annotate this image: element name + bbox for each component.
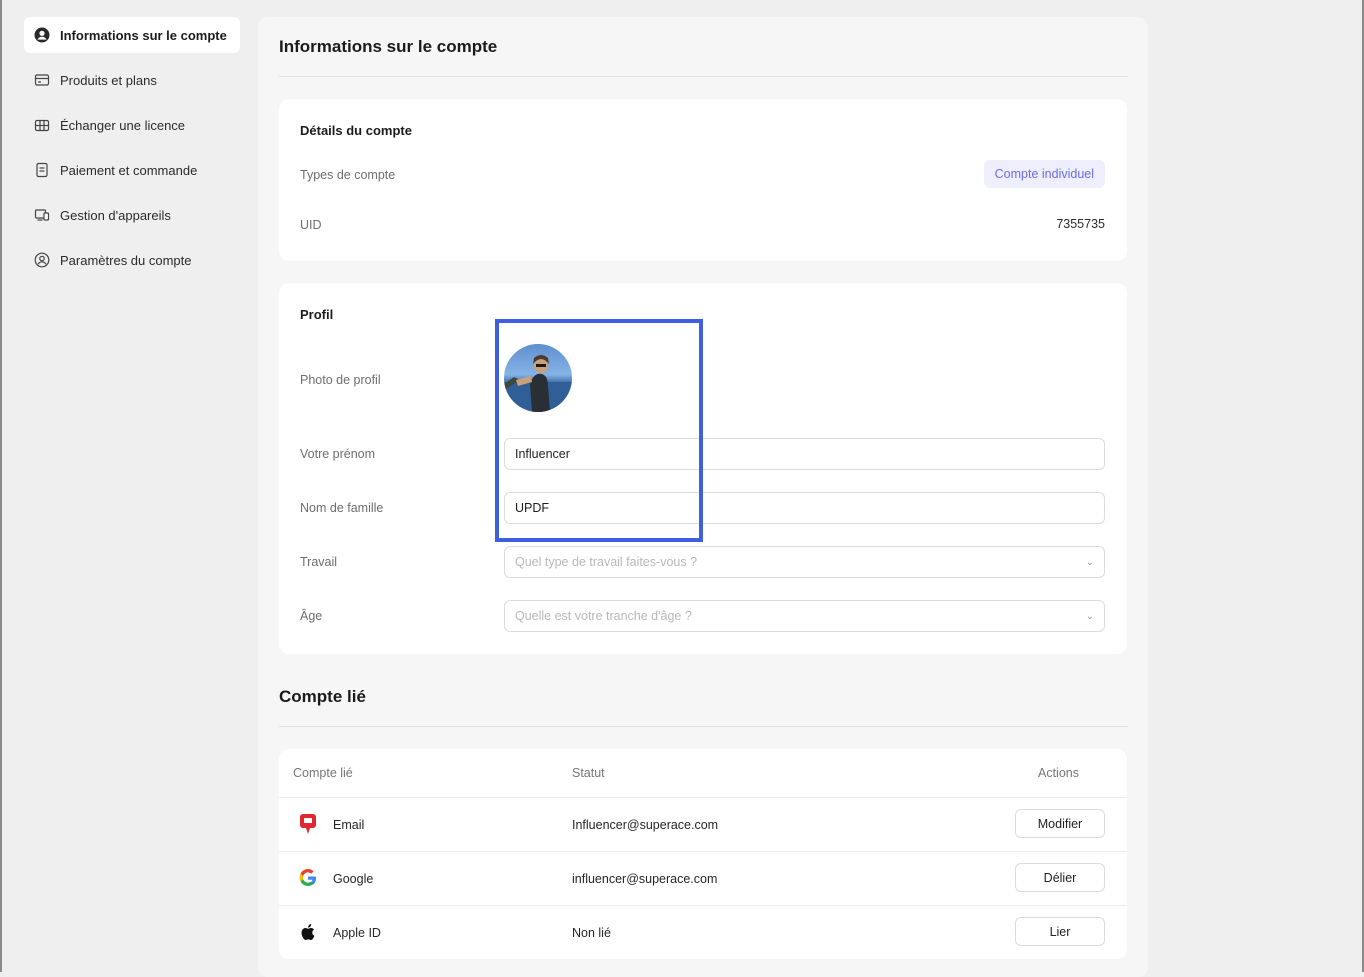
user-circle-icon — [34, 27, 50, 43]
linked-account-status: Influencer@superace.com — [572, 818, 719, 832]
sidebar-item-label: Paramètres du compte — [60, 252, 192, 268]
column-header-account: Compte lié — [293, 766, 353, 780]
first-name-value: Influencer — [515, 447, 570, 461]
linked-account-name: Google — [333, 872, 374, 886]
sidebar-item-exchange-license[interactable]: Échanger une licence — [24, 107, 240, 143]
job-label: Travail — [300, 555, 338, 569]
age-label: Âge — [300, 609, 323, 623]
last-name-field[interactable]: UPDF — [504, 492, 1105, 524]
sidebar-item-label: Gestion d'appareils — [60, 207, 171, 223]
chevron-down-icon: ⌄ — [1085, 556, 1094, 568]
account-type-label: Types de compte — [300, 168, 396, 182]
column-header-status: Statut — [572, 766, 605, 780]
modify-button[interactable]: Modifier — [1015, 809, 1105, 838]
job-select[interactable]: Quel type de travail faites-vous ? ⌄ — [504, 546, 1105, 578]
window-border-left — [0, 0, 2, 972]
job-placeholder: Quel type de travail faites-vous ? — [515, 555, 698, 569]
last-name-label: Nom de famille — [300, 501, 384, 515]
main-panel: Informations sur le compte Détails du co… — [258, 17, 1148, 977]
receipt-icon — [34, 162, 50, 178]
divider — [279, 726, 1128, 727]
gift-icon — [34, 117, 50, 133]
unlink-button[interactable]: Délier — [1015, 863, 1105, 892]
account-details-title: Détails du compte — [300, 123, 412, 138]
sidebar-item-devices[interactable]: Gestion d'appareils — [24, 197, 240, 233]
photo-label: Photo de profil — [300, 373, 381, 387]
linked-accounts-table: Compte lié Statut Actions Email Influenc… — [279, 749, 1127, 959]
uid-label: UID — [300, 218, 322, 232]
linked-account-status: Non lié — [572, 926, 611, 940]
sidebar-item-account-info[interactable]: Informations sur le compte — [24, 17, 240, 53]
account-type-badge: Compte individuel — [983, 160, 1105, 188]
link-button[interactable]: Lier — [1015, 917, 1105, 946]
sidebar-item-label: Paiement et commande — [60, 162, 198, 178]
table-row: Apple ID Non lié Lier — [279, 905, 1127, 960]
avatar[interactable] — [504, 344, 572, 412]
age-select[interactable]: Quelle est votre tranche d'âge ? ⌄ — [504, 600, 1105, 632]
sidebar-item-payment[interactable]: Paiement et commande — [24, 152, 240, 188]
first-name-label: Votre prénom — [300, 447, 376, 461]
linked-accounts-title: Compte lié — [279, 687, 366, 706]
chevron-down-icon: ⌄ — [1085, 610, 1094, 622]
avatar-photo — [504, 355, 572, 412]
user-settings-icon — [34, 252, 50, 268]
sidebar: Informations sur le compte Produits et p… — [24, 17, 240, 287]
sidebar-item-products[interactable]: Produits et plans — [24, 62, 240, 98]
age-placeholder: Quelle est votre tranche d'âge ? — [515, 609, 692, 623]
linked-account-name: Apple ID — [333, 926, 381, 940]
devices-icon — [34, 207, 50, 223]
table-row: Email Influencer@superace.com Modifier — [279, 797, 1127, 852]
sidebar-item-label: Informations sur le compte — [60, 27, 227, 43]
linked-account-status: influencer@superace.com — [572, 872, 718, 886]
page-title: Informations sur le compte — [279, 37, 498, 56]
email-icon — [298, 813, 318, 835]
divider — [279, 76, 1128, 77]
profile-card: Profil Photo de profil Votre prénom Infl… — [279, 283, 1127, 654]
column-header-actions: Actions — [1038, 766, 1079, 780]
sidebar-item-account-settings[interactable]: Paramètres du compte — [24, 242, 240, 278]
profile-title: Profil — [300, 307, 334, 322]
table-row: Google influencer@superace.com Délier — [279, 851, 1127, 906]
uid-value: 7355735 — [1056, 217, 1105, 231]
apple-icon — [298, 921, 318, 943]
credit-card-icon — [34, 72, 50, 88]
account-details-card: Détails du compte Types de compte Compte… — [279, 99, 1127, 261]
last-name-value: UPDF — [515, 501, 550, 515]
sidebar-item-label: Produits et plans — [60, 72, 157, 88]
google-icon — [298, 867, 318, 889]
first-name-field[interactable]: Influencer — [504, 438, 1105, 470]
linked-account-name: Email — [333, 818, 365, 832]
sidebar-item-label: Échanger une licence — [60, 117, 186, 133]
